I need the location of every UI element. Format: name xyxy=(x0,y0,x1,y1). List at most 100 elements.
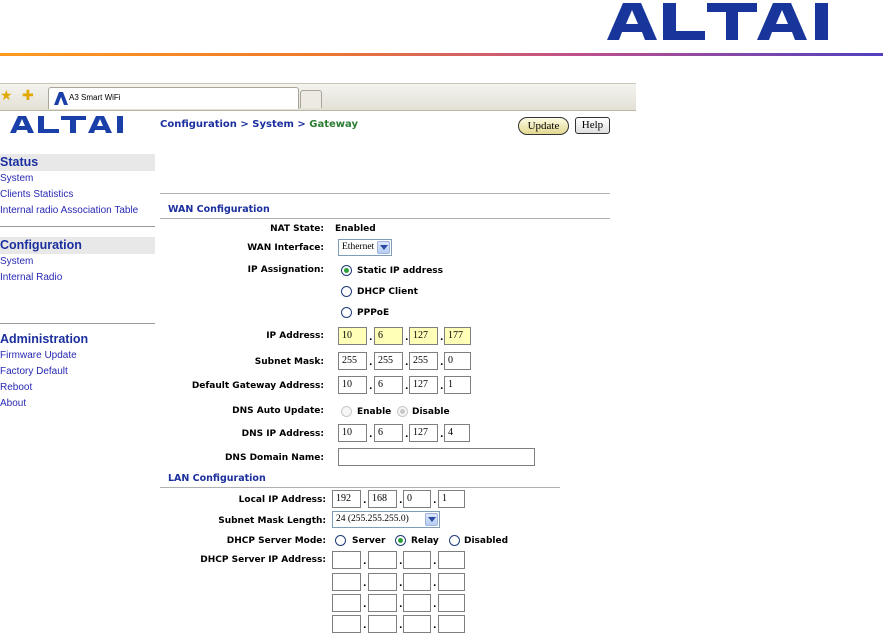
dns-domain-label: DNS Domain Name: xyxy=(224,453,324,463)
dhcp-ip-3-octet-4[interactable] xyxy=(438,594,465,612)
radio-dns-disable[interactable] xyxy=(397,406,408,417)
local-ip-octet-4[interactable]: 1 xyxy=(438,490,465,508)
ip-octet-4[interactable]: 177 xyxy=(444,327,471,345)
ip-assignation-label: IP Assignation: xyxy=(247,265,324,275)
favorites-star-icon[interactable]: ★ xyxy=(0,89,13,103)
subnet-mask-length-select[interactable]: 24 (255.255.255.0) xyxy=(332,511,440,528)
section-divider xyxy=(160,193,610,194)
dhcp-ip-2-octet-1[interactable] xyxy=(332,573,361,591)
mask-octet-4[interactable]: 0 xyxy=(444,352,471,370)
dns-ip-label: DNS IP Address: xyxy=(241,429,324,439)
wan-interface-label: WAN Interface: xyxy=(247,243,324,253)
ip-octet-2[interactable]: 6 xyxy=(374,327,403,345)
subnet-mask-length-value: 24 (255.255.255.0) xyxy=(336,514,409,524)
dhcp-disabled-label: Disabled xyxy=(464,536,509,546)
nav-link-about[interactable]: About xyxy=(0,398,26,409)
dns-octet-1[interactable]: 10 xyxy=(338,424,367,442)
mask-octet-3[interactable]: 255 xyxy=(409,352,438,370)
radio-dhcp-client[interactable] xyxy=(341,286,352,297)
section-divider xyxy=(160,487,560,488)
dhcp-ip-3-octet-2[interactable] xyxy=(368,594,397,612)
header-divider xyxy=(0,53,883,56)
radio-static-ip[interactable] xyxy=(341,265,352,276)
dhcp-server-ip-label: DHCP Server IP Address: xyxy=(200,555,326,565)
dhcp-ip-4-octet-2[interactable] xyxy=(368,615,397,633)
new-tab-button[interactable] xyxy=(300,90,322,108)
nav-divider xyxy=(0,323,155,324)
breadcrumb-system[interactable]: System xyxy=(252,119,294,130)
dhcp-client-label: DHCP Client xyxy=(357,287,418,297)
breadcrumb-configuration[interactable]: Configuration xyxy=(160,119,237,130)
nav-altai-logo xyxy=(10,116,123,133)
dhcp-ip-4-octet-1[interactable] xyxy=(332,615,361,633)
gw-octet-4[interactable]: 1 xyxy=(444,376,471,394)
dhcp-relay-label: Relay xyxy=(411,536,439,546)
nav-link-config-system[interactable]: System xyxy=(0,256,33,267)
local-ip-octet-2[interactable]: 168 xyxy=(368,490,397,508)
add-favorite-icon[interactable]: ✚ xyxy=(22,89,34,103)
nav-link-clients-statistics[interactable]: Clients Statistics xyxy=(0,189,73,200)
dns-octet-3[interactable]: 127 xyxy=(409,424,438,442)
dns-disable-label: Disable xyxy=(412,407,450,417)
nav-link-internal-radio[interactable]: Internal Radio xyxy=(0,272,62,283)
dns-domain-input[interactable] xyxy=(338,448,535,466)
nat-state-value: Enabled xyxy=(335,224,376,234)
radio-pppoe[interactable] xyxy=(341,307,352,318)
wan-section-title: WAN Configuration xyxy=(168,204,270,215)
local-ip-label: Local IP Address: xyxy=(238,495,326,505)
ip-octet-3[interactable]: 127 xyxy=(409,327,438,345)
altai-logo xyxy=(607,3,828,40)
dhcp-ip-1-octet-3[interactable] xyxy=(403,551,431,569)
gw-octet-1[interactable]: 10 xyxy=(338,376,367,394)
dns-enable-label: Enable xyxy=(357,407,392,417)
radio-dhcp-server[interactable] xyxy=(335,535,346,546)
pppoe-label: PPPoE xyxy=(357,308,390,318)
dns-octet-4[interactable]: 4 xyxy=(444,424,470,442)
radio-dns-enable[interactable] xyxy=(341,406,352,417)
nav-link-reboot[interactable]: Reboot xyxy=(0,382,32,393)
mask-octet-2[interactable]: 255 xyxy=(374,352,403,370)
radio-dhcp-relay[interactable] xyxy=(395,535,406,546)
wan-interface-select[interactable]: Ethernet xyxy=(338,239,392,256)
dhcp-ip-2-octet-4[interactable] xyxy=(438,573,465,591)
nav-status-heading: Status xyxy=(0,155,39,169)
browser-tab-strip: ★ ✚ A3 Smart WiFi xyxy=(0,83,636,111)
mask-octet-1[interactable]: 255 xyxy=(338,352,367,370)
dhcp-ip-3-octet-3[interactable] xyxy=(403,594,431,612)
dhcp-ip-3-octet-1[interactable] xyxy=(332,594,361,612)
chevron-down-icon xyxy=(377,241,390,254)
gw-octet-2[interactable]: 6 xyxy=(374,376,403,394)
dns-octet-2[interactable]: 6 xyxy=(374,424,403,442)
browser-tab[interactable]: A3 Smart WiFi xyxy=(48,87,299,109)
nav-section-configuration: Configuration xyxy=(0,237,155,254)
nav-link-association-table[interactable]: Internal radio Association Table xyxy=(0,205,138,216)
dhcp-ip-1-octet-1[interactable] xyxy=(332,551,361,569)
nav-link-firmware-update[interactable]: Firmware Update xyxy=(0,350,77,361)
ip-octet-1[interactable]: 10 xyxy=(338,327,367,345)
browser-tab-title: A3 Smart WiFi xyxy=(69,93,121,102)
site-favicon-icon xyxy=(54,92,68,105)
dhcp-ip-2-octet-2[interactable] xyxy=(368,573,397,591)
subnet-mask-length-label: Subnet Mask Length: xyxy=(218,516,326,526)
gw-octet-3[interactable]: 127 xyxy=(409,376,438,394)
dhcp-ip-4-octet-3[interactable] xyxy=(403,615,431,633)
dhcp-ip-4-octet-4[interactable] xyxy=(438,615,465,633)
section-divider xyxy=(160,218,610,219)
dns-auto-update-label: DNS Auto Update: xyxy=(232,406,324,416)
nav-link-factory-default[interactable]: Factory Default xyxy=(0,366,68,377)
dhcp-ip-1-octet-4[interactable] xyxy=(438,551,465,569)
dhcp-ip-1-octet-2[interactable] xyxy=(368,551,397,569)
nat-state-label: NAT State: xyxy=(270,224,324,234)
radio-dhcp-disabled[interactable] xyxy=(449,535,460,546)
local-ip-octet-3[interactable]: 0 xyxy=(403,490,431,508)
nav-configuration-heading: Configuration xyxy=(0,238,82,252)
chevron-down-icon xyxy=(425,513,438,526)
nav-section-administration: Administration xyxy=(0,331,155,348)
dhcp-ip-2-octet-3[interactable] xyxy=(403,573,431,591)
ip-address-label: IP Address: xyxy=(266,331,324,341)
update-button[interactable]: Update xyxy=(518,117,569,135)
nav-link-status-system[interactable]: System xyxy=(0,173,33,184)
lan-section-title: LAN Configuration xyxy=(168,473,266,484)
local-ip-octet-1[interactable]: 192 xyxy=(332,490,361,508)
help-button[interactable]: Help xyxy=(575,117,610,134)
